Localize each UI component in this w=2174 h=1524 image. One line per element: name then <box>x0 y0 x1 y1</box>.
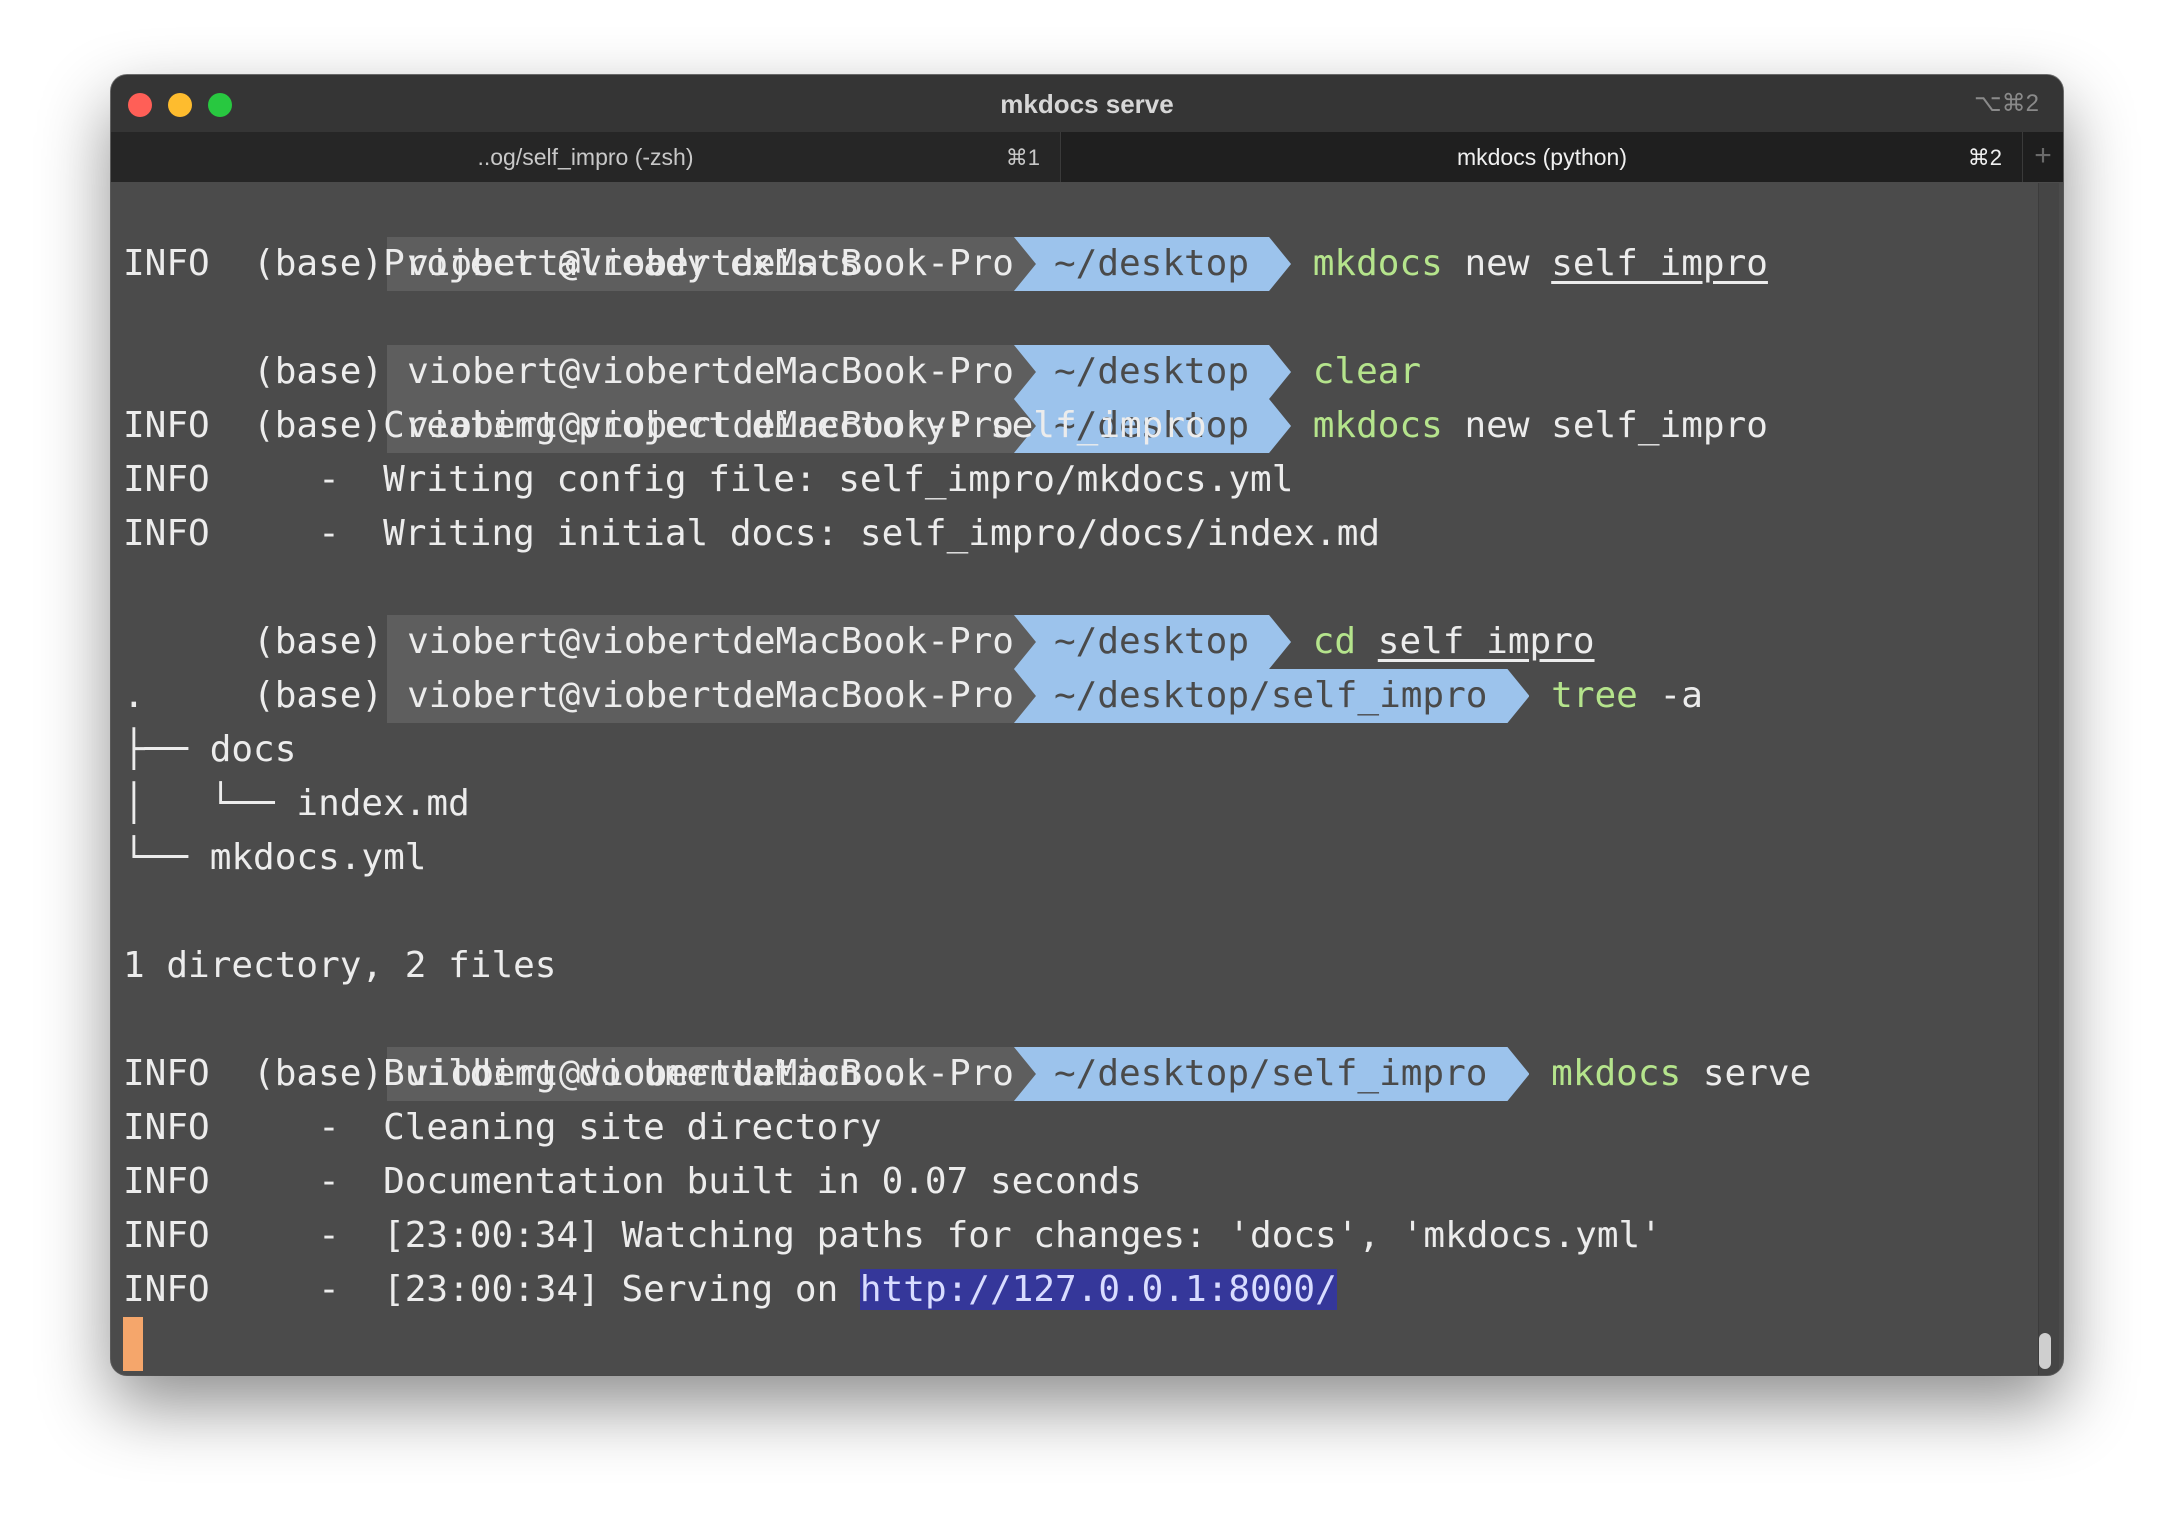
window-title: mkdocs serve <box>1000 89 1174 119</box>
window-shortcut: ⌥⌘2 <box>1973 90 2039 117</box>
output-line: INFO - Creating project directory: self_… <box>123 405 1207 446</box>
output-line: INFO - [23:00:34] Watching paths for cha… <box>123 1215 1662 1256</box>
prompt-line: (base) viobert@viobertdeMacBook-Pro ~/desk… <box>123 291 2039 399</box>
prompt-line: (base) viobert@viobertdeMacBook-Pro ~/desk… <box>123 345 2039 453</box>
tab-shortcut: ⌘1 <box>1005 145 1040 170</box>
tree-line: ├── docs <box>123 729 297 770</box>
output-line: INFO - Project already exists. <box>123 243 882 284</box>
terminal-output[interactable]: (base) viobert@viobertdeMacBook-Pro ~/desk… <box>123 183 2039 1375</box>
terminal-window: mkdocs serve ⌥⌘2 ..og/self_impro (-zsh) … <box>111 75 2063 1375</box>
output-line: INFO - Building documentation... <box>123 1053 925 1094</box>
prompt-line: (base) viobert@viobertdeMacBook-Pro ~/desk… <box>123 561 2039 669</box>
tab-mkdocs[interactable]: mkdocs (python) ⌘2 <box>1062 132 2022 182</box>
title-bar[interactable]: mkdocs serve ⌥⌘2 <box>111 75 2063 132</box>
text-cursor <box>123 1317 143 1371</box>
output-prefix: INFO - [23:00:34] Serving on <box>123 1269 860 1310</box>
scroll-track[interactable] <box>2038 183 2059 1375</box>
tree-line: └── mkdocs.yml <box>123 837 427 878</box>
server-url-link[interactable]: http://127.0.0.1:8000/ <box>859 1269 1337 1310</box>
output-line: INFO - Cleaning site directory <box>123 1107 882 1148</box>
scrollbar-thumb[interactable] <box>2039 1333 2051 1369</box>
input-line[interactable] <box>123 1317 2039 1371</box>
output-line: INFO - [23:00:34] Serving on http://127.… <box>123 1263 2039 1317</box>
prompt-line: (base) viobert@viobertdeMacBook-Pro ~/desk… <box>123 183 2039 291</box>
output-line: INFO - Writing initial docs: self_impro/… <box>123 513 1381 554</box>
tree-line: │ └── index.md <box>123 783 470 824</box>
new-tab-button[interactable]: + <box>2022 132 2063 182</box>
tab-bar: ..og/self_impro (-zsh) ⌘1 mkdocs (python… <box>111 132 2063 182</box>
output-line: 1 directory, 2 files <box>123 945 557 986</box>
tab-label: mkdocs (python) <box>1456 144 1627 170</box>
prompt-line: (base) viobert@viobertdeMacBook-Pro ~/desk… <box>123 615 2039 723</box>
output-line: INFO - Writing config file: self_impro/m… <box>123 459 1294 500</box>
prompt-line: (base) viobert@viobertdeMacBook-Pro ~/desk… <box>123 993 2039 1101</box>
tab-label: ..og/self_impro (-zsh) <box>477 144 694 170</box>
tab-shortcut: ⌘2 <box>1967 145 2002 170</box>
tab-zsh[interactable]: ..og/self_impro (-zsh) ⌘1 <box>111 132 1061 182</box>
output-line: INFO - Documentation built in 0.07 secon… <box>123 1161 1142 1202</box>
tree-line: . <box>123 675 145 716</box>
